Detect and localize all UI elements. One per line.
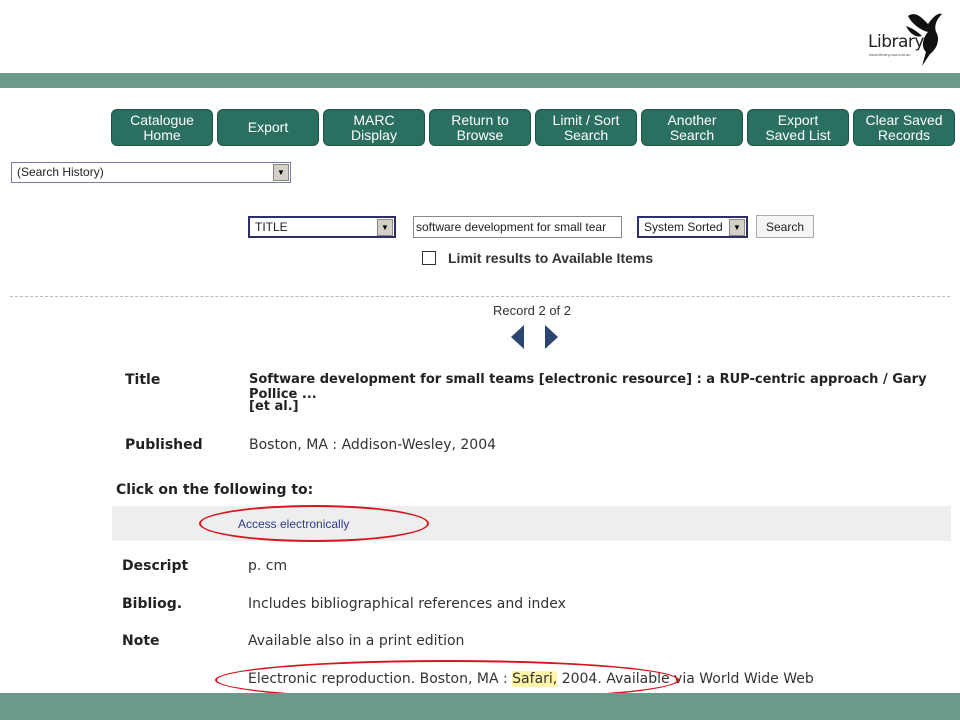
clear-saved-records-button[interactable]: Clear Saved Records (853, 109, 955, 146)
annotation-ellipse-access (199, 505, 429, 542)
sort-value: System Sorted (644, 220, 723, 234)
published-label: Published (125, 437, 203, 453)
limit-sort-search-button[interactable]: Limit / Sort Search (535, 109, 637, 146)
previous-record-icon[interactable] (511, 325, 524, 349)
catalogue-home-button[interactable]: Catalogue Home (111, 109, 213, 146)
descript-value: p. cm (248, 558, 288, 574)
search-history-value: (Search History) (17, 165, 104, 179)
chevron-down-icon[interactable]: ▼ (273, 164, 289, 181)
nav-toolbar: Catalogue Home Export MARC Display Retur… (111, 109, 955, 146)
bibliog-label: Bibliog. (122, 596, 183, 612)
bibliog-value: Includes bibliographical references and … (248, 596, 566, 612)
descript-label: Descript (122, 558, 189, 574)
note-value-1: Available also in a print edition (248, 633, 465, 649)
title-value-line1: Software development for small teams [el… (249, 372, 927, 402)
another-search-button[interactable]: Another Search (641, 109, 743, 146)
library-logo: Library www.library.usw.edu.au (862, 6, 948, 68)
return-to-browse-button[interactable]: Return to Browse (429, 109, 531, 146)
title-value-line2: [et al.] (249, 399, 299, 414)
search-field-select[interactable]: TITLE ▼ (248, 216, 396, 238)
top-band (0, 73, 960, 88)
chevron-down-icon[interactable]: ▼ (377, 219, 393, 236)
divider (10, 296, 950, 297)
chevron-down-icon[interactable]: ▼ (729, 219, 745, 236)
export-saved-list-button[interactable]: Export Saved List (747, 109, 849, 146)
bottom-band (0, 693, 960, 720)
sort-select[interactable]: System Sorted ▼ (637, 216, 748, 238)
title-label: Title (125, 372, 161, 388)
export-button[interactable]: Export (217, 109, 319, 146)
click-heading: Click on the following to: (116, 482, 314, 498)
marc-display-button[interactable]: MARC Display (323, 109, 425, 146)
search-button[interactable]: Search (756, 215, 814, 238)
limit-available-checkbox[interactable] (422, 251, 436, 265)
search-history-select[interactable]: (Search History) ▼ (11, 162, 291, 183)
published-value: Boston, MA : Addison-Wesley, 2004 (249, 437, 497, 453)
note-label: Note (122, 633, 160, 649)
bird-logo-icon (906, 13, 942, 66)
record-count: Record 2 of 2 (492, 303, 572, 318)
search-field-value: TITLE (255, 220, 288, 234)
limit-available-label: Limit results to Available Items (448, 250, 654, 266)
search-input[interactable]: software development for small tear (413, 216, 622, 238)
next-record-icon[interactable] (545, 325, 558, 349)
